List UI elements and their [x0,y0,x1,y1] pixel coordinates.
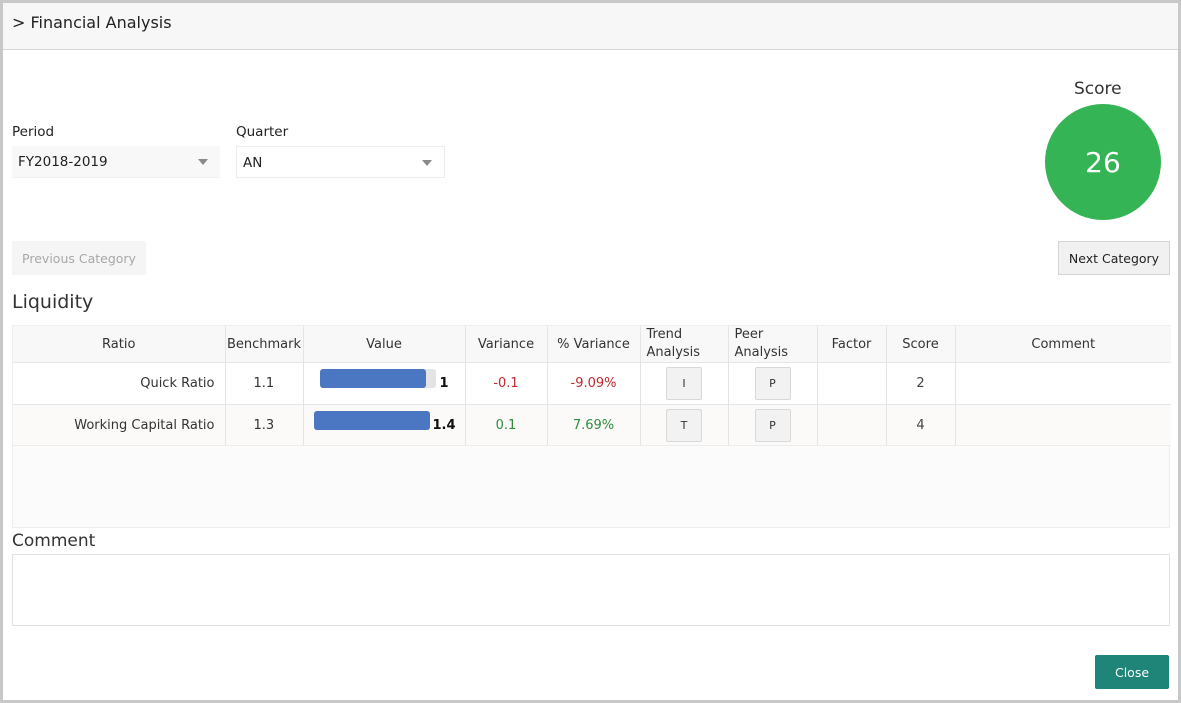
period-select[interactable]: FY2018-2019 [12,146,220,178]
next-category-button[interactable]: Next Category [1058,241,1170,275]
value-cell: 1 [302,362,465,405]
score-value-cell: 2 [885,362,955,405]
comment-cell[interactable] [954,404,1171,446]
score-value-cell: 4 [885,404,955,446]
col-ratio[interactable]: Ratio [13,326,225,363]
factor-value [816,404,886,446]
score-label: Score [1074,79,1122,99]
factor-value [816,362,886,405]
value-cell: 1.4 [302,404,465,446]
col-comment[interactable]: Comment [954,326,1171,363]
col-factor[interactable]: Factor [816,326,886,363]
comment-cell[interactable] [954,362,1171,405]
ratio-name: Quick Ratio [13,362,225,405]
table-row: Quick Ratio 1.1 1 -0.1 -9.09% I P 2 [13,362,1171,405]
trend-analysis-button[interactable]: I [666,367,702,400]
score-badge: 26 [1045,104,1161,220]
table-row: Working Capital Ratio 1.3 1.4 0.1 7.69% … [13,404,1171,446]
col-trend-analysis[interactable]: Trend Analysis [639,326,728,363]
table-header-row: Ratio Benchmark Value Variance % Varianc… [13,326,1171,363]
quarter-select[interactable]: AN [236,146,445,178]
variance-value: 0.1 [464,404,547,446]
ratio-table: Ratio Benchmark Value Variance % Varianc… [12,325,1171,528]
trend-cell: I [639,362,728,405]
value-bar [313,411,430,430]
col-variance[interactable]: Variance [464,326,547,363]
col-trend-line2: Analysis [646,345,701,360]
benchmark-value: 1.3 [224,404,303,446]
value-bar-track [313,411,430,430]
value-bar-track [319,369,436,388]
trend-analysis-button[interactable]: T [666,408,702,442]
trend-cell: T [639,404,728,446]
dialog-header: > Financial Analysis [3,3,1178,50]
category-title: Liquidity [12,291,94,313]
benchmark-value: 1.1 [224,362,303,405]
col-benchmark[interactable]: Benchmark [224,326,303,363]
score-value: 26 [1085,145,1121,179]
peer-cell: P [727,404,817,446]
col-value[interactable]: Value [302,326,465,363]
close-button[interactable]: Close [1095,655,1169,689]
pct-variance-value: 7.69% [546,404,640,446]
value-bar [319,369,427,388]
quarter-label: Quarter [236,124,289,140]
variance-value: -0.1 [464,362,547,405]
comment-textarea[interactable] [12,554,1170,626]
col-peer-line2: Analysis [734,345,789,360]
peer-cell: P [727,362,817,405]
chevron-down-icon [198,159,208,165]
value-number: 1.4 [432,418,456,433]
period-label: Period [12,124,55,140]
col-score[interactable]: Score [885,326,955,363]
previous-category-button[interactable]: Previous Category [12,241,146,275]
col-pct-variance[interactable]: % Variance [546,326,640,363]
col-peer-analysis[interactable]: Peer Analysis [727,326,817,363]
ratio-name: Working Capital Ratio [13,404,225,446]
value-number: 1 [439,376,449,391]
peer-analysis-button[interactable]: P [754,367,791,400]
financial-analysis-dialog: > Financial Analysis Period FY2018-2019 … [0,0,1181,703]
col-peer-line1: Peer [734,327,764,342]
comment-label: Comment [12,531,96,551]
peer-analysis-button[interactable]: P [754,408,791,442]
dialog-title[interactable]: > Financial Analysis [12,13,172,32]
chevron-down-icon [422,160,432,166]
period-value: FY2018-2019 [18,154,108,170]
pct-variance-value: -9.09% [546,362,640,405]
quarter-value: AN [243,155,263,171]
col-trend-line1: Trend [646,327,683,342]
